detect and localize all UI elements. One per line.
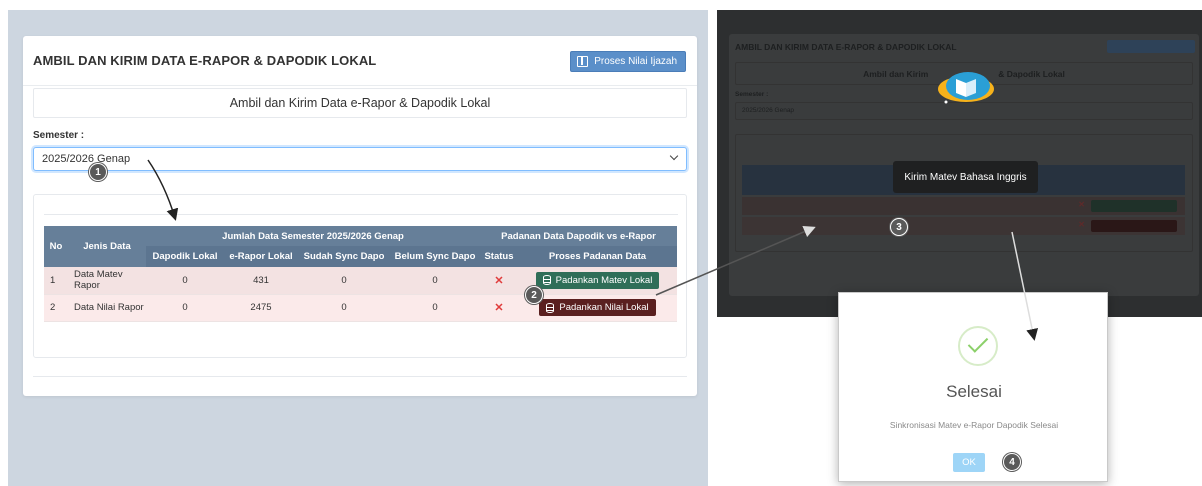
book-icon (577, 56, 589, 67)
dimmed-semester-value: 2025/2026 Genap (742, 107, 795, 114)
success-modal: Selesai Sinkronisasi Matev e-Rapor Dapod… (838, 292, 1108, 482)
dimmed-maroon-button (1091, 220, 1177, 232)
cell-sudah: 0 (298, 267, 390, 295)
padankan-matev-lokal-button[interactable]: Padankan Matev Lokal (535, 271, 660, 289)
check-mark (967, 332, 989, 353)
semester-label: Semester : (33, 130, 85, 141)
database-icon (546, 302, 555, 313)
dimmed-table-card: ✕ ✕ (735, 134, 1193, 252)
proses-nilai-ijazah-button[interactable]: Proses Nilai Ijazah (570, 51, 686, 72)
status-x-icon: ✕ (1078, 200, 1085, 209)
cell-belum: 0 (390, 294, 480, 322)
semester-select[interactable]: 2025/2026 Genap (33, 147, 687, 171)
dimmed-row: ✕ (742, 197, 1185, 215)
cell-belum: 0 (390, 267, 480, 295)
table-card: No Jenis Data Jumlah Data Semester 2025/… (33, 194, 687, 358)
table-row: 2 Data Nilai Rapor 0 2475 0 0 ✕ Padankan… (44, 294, 677, 322)
cell-erapor: 431 (224, 267, 298, 295)
col-header-erapor: e-Rapor Lokal (224, 246, 298, 267)
dimmed-row: ✕ (742, 217, 1185, 235)
col-header-status: Status (480, 246, 518, 267)
section-subheader: Ambil dan Kirim Data e-Rapor & Dapodik L… (33, 88, 687, 118)
cell-dapodik: 0 (146, 267, 224, 295)
step-marker-4: 4 (1003, 453, 1021, 471)
cell-sudah: 0 (298, 294, 390, 322)
col-header-belum: Belum Sync Dapo (390, 246, 480, 267)
group-header-padanan: Padanan Data Dapodik vs e-Rapor (480, 226, 677, 246)
dimmed-card-title: AMBIL DAN KIRIM DATA E-RAPOR & DAPODIK L… (735, 42, 957, 52)
modal-message: Sinkronisasi Matev e-Rapor Dapodik Seles… (889, 420, 1059, 430)
ok-button[interactable]: OK (953, 453, 985, 472)
dimmed-semester-label: Semester : (735, 91, 769, 98)
col-header-jenis: Jenis Data (68, 226, 146, 267)
padankan-nilai-label: Padankan Nilai Lokal (559, 302, 649, 313)
database-icon (542, 275, 551, 286)
padankan-nilai-lokal-button[interactable]: Padankan Nilai Lokal (539, 299, 656, 316)
dimmed-subheader-left: Ambil dan Kirim (863, 68, 929, 79)
loading-logo-icon (938, 72, 994, 104)
status-x-icon: ✕ (494, 274, 504, 287)
divider (33, 376, 687, 377)
dimmed-subheader-right: & Dapodik Lokal (998, 68, 1065, 79)
step-marker-2: 2 (525, 286, 543, 304)
semester-select-value: 2025/2026 Genap (42, 153, 131, 165)
sync-tooltip: Kirim Matev Bahasa Inggris (893, 161, 1038, 193)
step-marker-3: 3 (890, 218, 908, 236)
cell-erapor: 2475 (224, 294, 298, 322)
status-x-icon: ✕ (1078, 220, 1085, 229)
cell-dapodik: 0 (146, 294, 224, 322)
proses-nilai-ijazah-label: Proses Nilai Ijazah (594, 56, 677, 67)
cell-jenis: Data Matev Rapor (68, 267, 146, 295)
data-table: No Jenis Data Jumlah Data Semester 2025/… (44, 226, 677, 322)
col-header-dapodik: Dapodik Lokal (146, 246, 224, 267)
col-header-no: No (44, 226, 68, 267)
col-header-sudah: Sudah Sync Dapo (298, 246, 390, 267)
col-header-proses: Proses Padanan Data (518, 246, 677, 267)
card-title: AMBIL DAN KIRIM DATA E-RAPOR & DAPODIK L… (33, 53, 377, 68)
dimmed-green-button (1091, 200, 1177, 212)
main-card: AMBIL DAN KIRIM DATA E-RAPOR & DAPODIK L… (23, 36, 697, 396)
table-row: 1 Data Matev Rapor 0 431 0 0 ✕ Padankan … (44, 267, 677, 295)
card-header: AMBIL DAN KIRIM DATA E-RAPOR & DAPODIK L… (23, 36, 697, 86)
cell-status: ✕ (480, 294, 518, 322)
divider (44, 214, 678, 215)
cell-status: ✕ (480, 267, 518, 295)
group-header-jumlah: Jumlah Data Semester 2025/2026 Genap (146, 226, 480, 246)
cell-jenis: Data Nilai Rapor (68, 294, 146, 322)
modal-title: Selesai (946, 382, 1002, 401)
cell-no: 2 (44, 294, 68, 322)
step-marker-1: 1 (89, 163, 107, 181)
dimmed-ijazah-button (1107, 40, 1195, 53)
chevron-down-icon (669, 151, 679, 161)
status-x-icon: ✕ (494, 302, 504, 314)
cell-no: 1 (44, 267, 68, 295)
padankan-matev-label: Padankan Matev Lokal (555, 274, 653, 286)
success-check-icon (958, 326, 998, 366)
